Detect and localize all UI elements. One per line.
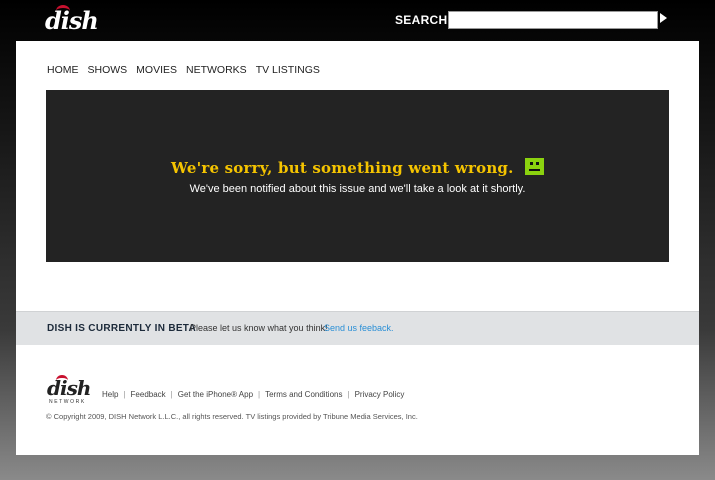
- footer-link-terms[interactable]: Terms and Conditions: [265, 390, 342, 399]
- search-input[interactable]: [448, 11, 658, 29]
- footer-logo-text: dish: [47, 376, 91, 400]
- footer-link-feedback[interactable]: Feedback: [131, 390, 166, 399]
- footer-link-privacy[interactable]: Privacy Policy: [355, 390, 405, 399]
- main-nav: HOME SHOWS MOVIES NETWORKS TV LISTINGS: [47, 64, 320, 76]
- footer-links: Help | Feedback | Get the iPhone® App | …: [102, 390, 404, 399]
- search-submit-arrow-icon[interactable]: [660, 13, 667, 23]
- beta-banner: DISH IS CURRENTLY IN BETA Please let us …: [16, 311, 699, 345]
- beta-title: DISH IS CURRENTLY IN BETA: [47, 323, 196, 334]
- copyright-text: © Copyright 2009, DISH Network L.L.C., a…: [46, 412, 418, 421]
- footer-separator: |: [258, 390, 261, 399]
- main-content: HOME SHOWS MOVIES NETWORKS TV LISTINGS W…: [16, 41, 699, 455]
- nav-shows[interactable]: SHOWS: [88, 64, 128, 76]
- footer-separator: |: [347, 390, 350, 399]
- error-title: We're sorry, but something went wrong.: [171, 159, 514, 177]
- dish-logo[interactable]: dish: [45, 5, 99, 35]
- logo-text: dish: [45, 6, 99, 35]
- nav-tv-listings[interactable]: TV LISTINGS: [256, 64, 320, 76]
- error-panel: We're sorry, but something went wrong. W…: [46, 90, 669, 262]
- footer-logo-arc-icon: [56, 375, 68, 386]
- search-label: SEARCH: [395, 13, 448, 27]
- footer-link-help[interactable]: Help: [102, 390, 118, 399]
- error-title-row: We're sorry, but something went wrong.: [46, 158, 669, 177]
- footer-separator: |: [123, 390, 126, 399]
- nav-networks[interactable]: NETWORKS: [186, 64, 247, 76]
- footer-logo-subtext: NETWORK: [49, 399, 86, 405]
- send-feedback-link[interactable]: Send us feeback.: [324, 323, 394, 333]
- footer-logo[interactable]: dish NETWORK: [47, 375, 91, 409]
- sad-face-icon: [524, 158, 544, 175]
- nav-home[interactable]: HOME: [47, 64, 79, 76]
- nav-movies[interactable]: MOVIES: [136, 64, 177, 76]
- site-header: dish SEARCH: [0, 0, 715, 41]
- logo-arc-icon: [56, 5, 70, 17]
- footer-link-iphone-app[interactable]: Get the iPhone® App: [178, 390, 253, 399]
- error-message: We've been notified about this issue and…: [189, 183, 526, 195]
- footer-separator: |: [170, 390, 173, 399]
- beta-message: Please let us know what you think!: [190, 323, 328, 333]
